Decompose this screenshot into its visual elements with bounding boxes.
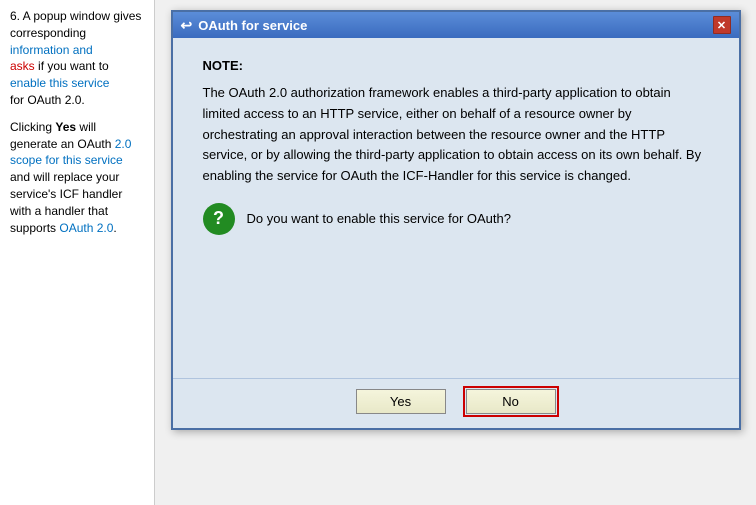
dialog-title: OAuth for service xyxy=(198,18,307,33)
dialog-body-text: The OAuth 2.0 authorization framework en… xyxy=(203,83,709,187)
yes-emphasis: Yes xyxy=(55,120,76,134)
dialog-question-text: Do you want to enable this service for O… xyxy=(247,211,511,226)
oauth-dialog: ↩ OAuth for service ✕ NOTE: The OAuth 2.… xyxy=(171,10,741,430)
dialog-close-button[interactable]: ✕ xyxy=(713,16,731,34)
left-panel: 6. A popup window gives corresponding in… xyxy=(0,0,155,505)
dialog-title-icon: ↩ xyxy=(181,17,193,34)
no-button[interactable]: No xyxy=(466,389,556,414)
highlight-info: information and xyxy=(10,43,93,57)
left-paragraph-2: Clicking Yes will generate an OAuth 2.0 … xyxy=(10,119,144,237)
dialog-question-row: ? Do you want to enable this service for… xyxy=(203,203,709,235)
dialog-body: NOTE: The OAuth 2.0 authorization framew… xyxy=(173,38,739,378)
dialog-footer: Yes No xyxy=(173,378,739,428)
dialog-note-label: NOTE: xyxy=(203,58,709,73)
highlight-scope: 2.0 scope for this service xyxy=(10,137,131,168)
highlight-asks: asks xyxy=(10,59,35,73)
highlight-oauth: OAuth 2.0 xyxy=(59,221,113,235)
dialog-overlay: ↩ OAuth for service ✕ NOTE: The OAuth 2.… xyxy=(155,0,756,505)
question-icon: ? xyxy=(203,203,235,235)
yes-button[interactable]: Yes xyxy=(356,389,446,414)
titlebar-left: ↩ OAuth for service xyxy=(181,17,308,34)
highlight-enable: enable this service xyxy=(10,76,109,90)
dialog-titlebar: ↩ OAuth for service ✕ xyxy=(173,12,739,38)
left-paragraph-1: 6. A popup window gives corresponding in… xyxy=(10,8,144,109)
